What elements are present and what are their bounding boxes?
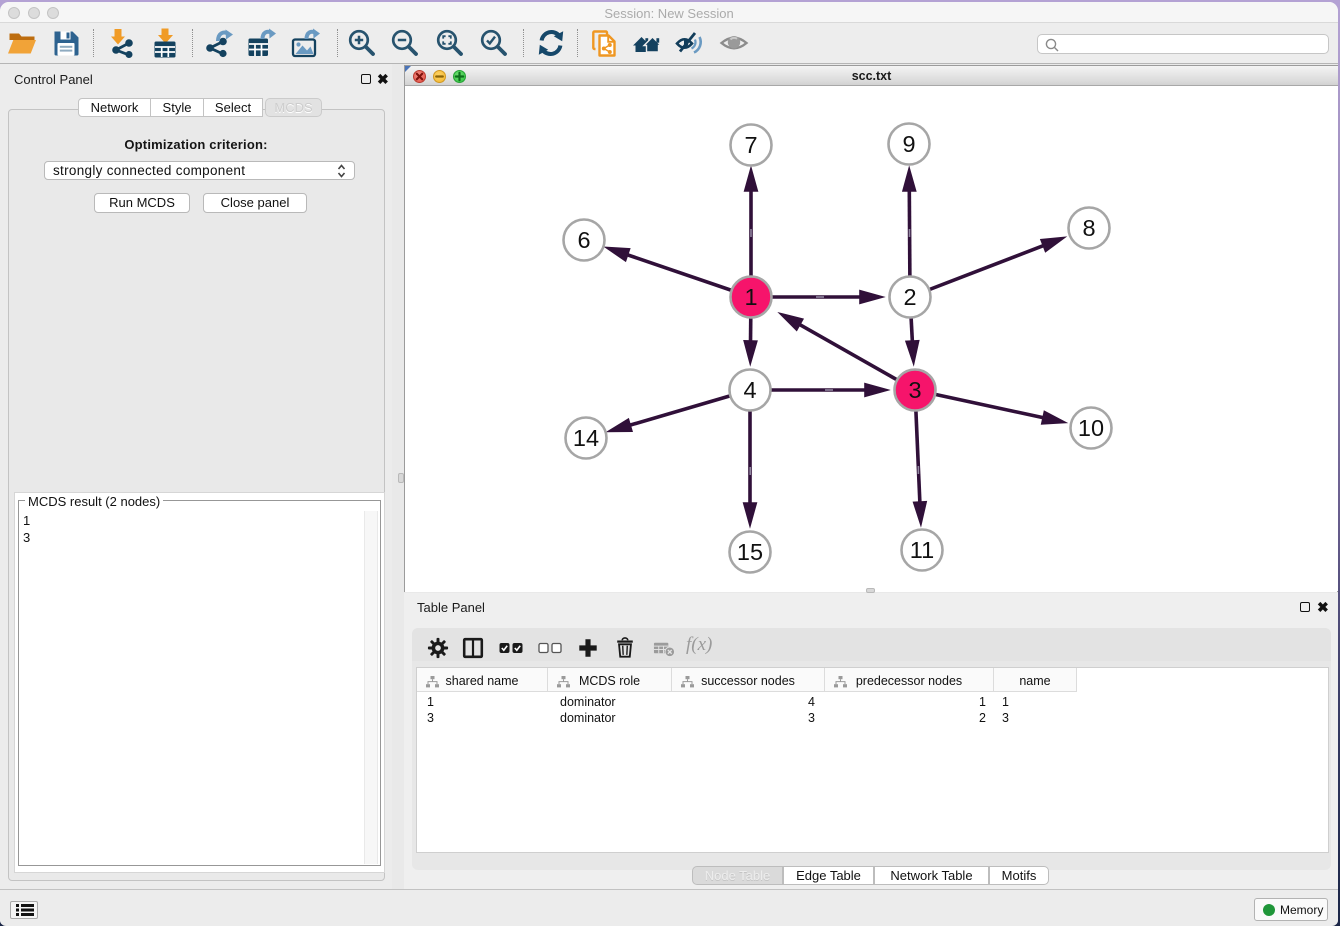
svg-text:9: 9 bbox=[902, 131, 915, 157]
svg-text:1: 1 bbox=[744, 284, 757, 310]
svg-text:2: 2 bbox=[903, 284, 916, 310]
svg-text:14: 14 bbox=[573, 425, 599, 451]
svg-text:6: 6 bbox=[577, 227, 590, 253]
svg-text:8: 8 bbox=[1082, 215, 1095, 241]
svg-text:10: 10 bbox=[1078, 415, 1104, 441]
svg-text:3: 3 bbox=[908, 377, 921, 403]
svg-text:15: 15 bbox=[737, 539, 763, 565]
svg-text:7: 7 bbox=[744, 132, 757, 158]
svg-text:4: 4 bbox=[743, 377, 756, 403]
svg-text:11: 11 bbox=[910, 537, 934, 563]
